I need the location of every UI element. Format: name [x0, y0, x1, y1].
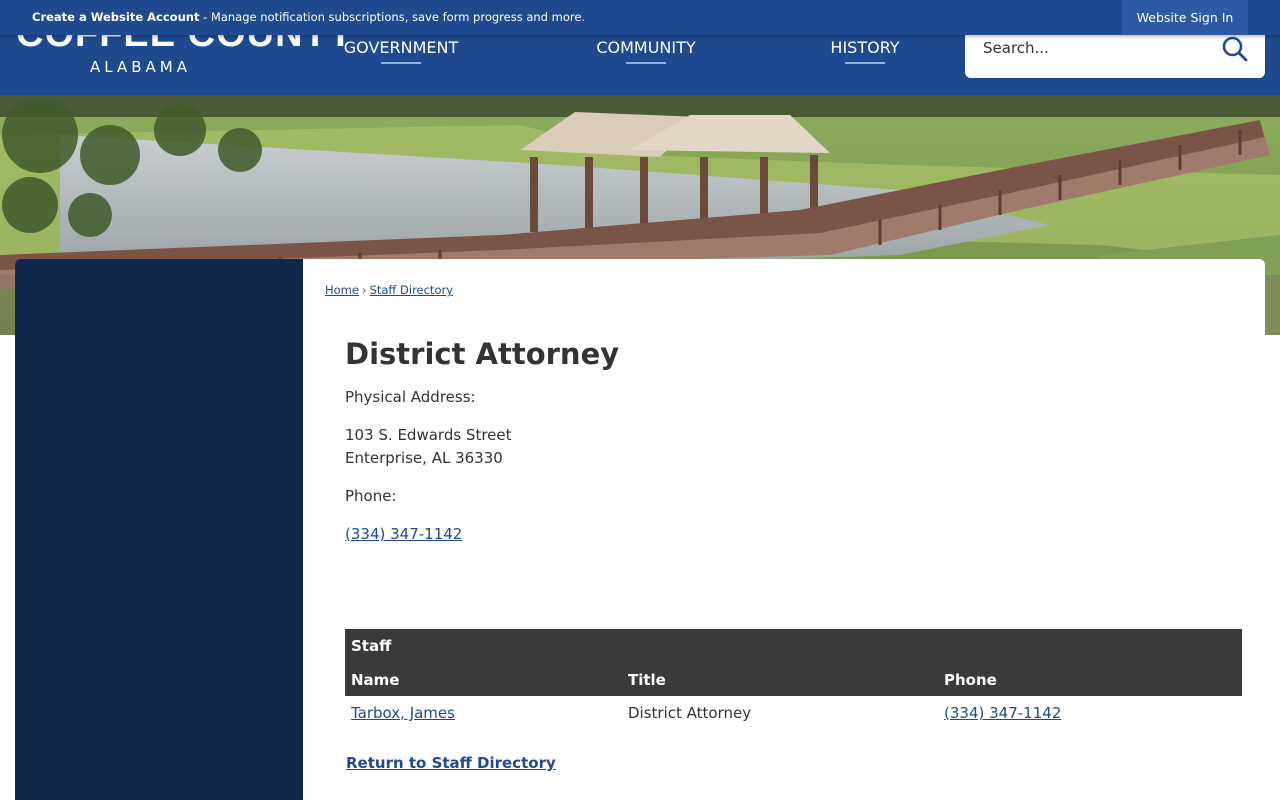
search-input[interactable]	[983, 36, 1213, 60]
phone-value: (334) 347-1142	[345, 525, 462, 543]
address-line-1: 103 S. Edwards Street	[345, 426, 512, 444]
breadcrumb: Home › Staff Directory	[325, 283, 453, 297]
page-title: District Attorney	[345, 337, 620, 371]
staff-name-link[interactable]: Tarbox, James	[351, 704, 455, 722]
breadcrumb-staff-directory[interactable]: Staff Directory	[370, 283, 453, 297]
return-to-staff-directory-link[interactable]: Return to Staff Directory	[346, 754, 556, 772]
website-sign-in-button[interactable]: Website Sign In	[1122, 0, 1248, 35]
column-header-title: Title	[628, 671, 666, 689]
logo-subtitle: ALABAMA	[90, 58, 191, 76]
nav-underline	[626, 62, 666, 64]
staff-table: Staff Name Title Phone Tarbox, James Dis…	[345, 629, 1242, 730]
top-utility-bar: Create a Website Account - Manage notifi…	[0, 0, 1280, 35]
nav-government[interactable]: GOVERNMENT	[330, 38, 472, 64]
table-row: Tarbox, James District Attorney (334) 34…	[345, 696, 1242, 730]
main-content: Home › Staff Directory District Attorney P…	[303, 259, 1265, 800]
create-account-description: - Manage notification subscriptions, sav…	[199, 10, 586, 24]
staff-table-caption: Staff	[351, 637, 392, 655]
nav-underline	[845, 62, 885, 64]
department-phone-link[interactable]: (334) 347-1142	[345, 525, 462, 543]
staff-table-header: Staff Name Title Phone	[345, 629, 1242, 696]
breadcrumb-home[interactable]: Home	[325, 283, 359, 297]
column-header-phone: Phone	[944, 671, 997, 689]
nav-community-label: COMMUNITY	[596, 38, 696, 57]
nav-history[interactable]: HISTORY	[815, 38, 915, 64]
nav-community[interactable]: COMMUNITY	[580, 38, 712, 64]
topbar-message: Create a Website Account - Manage notifi…	[32, 10, 585, 24]
nav-underline	[381, 62, 421, 64]
left-sidebar	[15, 259, 303, 800]
create-account-link[interactable]: Create a Website Account	[32, 10, 199, 24]
staff-title-cell: District Attorney	[628, 704, 752, 722]
address-line-2: Enterprise, AL 36330	[345, 449, 503, 467]
column-header-name: Name	[351, 671, 400, 689]
physical-address-label: Physical Address:	[345, 388, 476, 406]
phone-label: Phone:	[345, 487, 397, 505]
breadcrumb-separator: ›	[361, 283, 367, 297]
search-button[interactable]	[1221, 35, 1249, 63]
nav-history-label: HISTORY	[830, 38, 900, 57]
nav-government-label: GOVERNMENT	[343, 38, 459, 57]
staff-phone-link[interactable]: (334) 347-1142	[944, 704, 1061, 722]
staff-name-cell: Tarbox, James	[351, 704, 455, 722]
search-icon	[1222, 36, 1248, 62]
staff-phone-cell: (334) 347-1142	[944, 704, 1061, 722]
